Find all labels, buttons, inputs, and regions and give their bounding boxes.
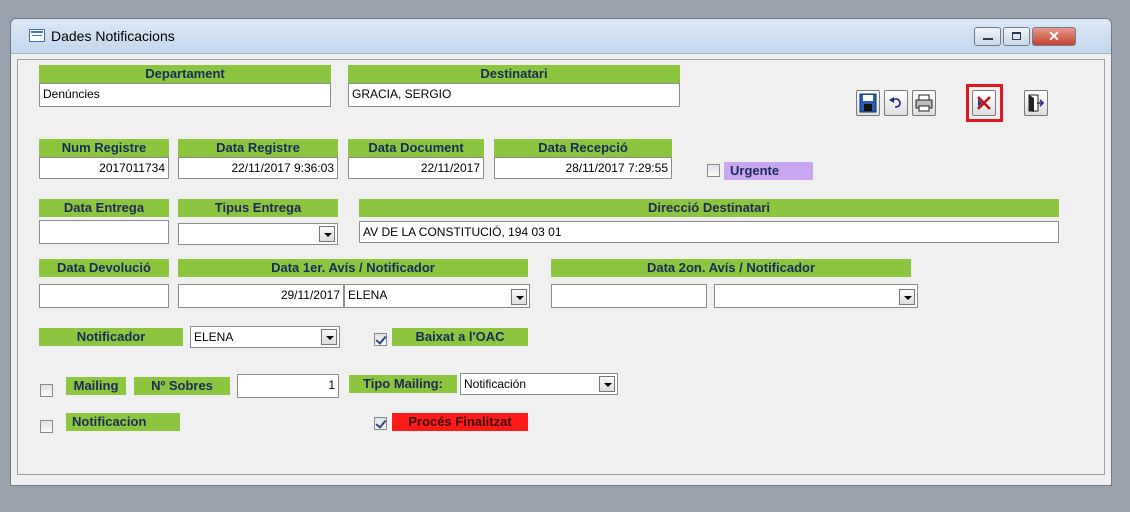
- proces-finalitzat-checkbox[interactable]: [374, 417, 387, 430]
- num-registre-field[interactable]: 2017011734: [39, 157, 169, 179]
- aviso2-date-field[interactable]: [551, 284, 707, 308]
- baixat-oac-label: Baixat a l'OAC: [392, 328, 528, 346]
- notificacion-label: Notificacion: [66, 413, 180, 431]
- tipo-mailing-value: Notificación: [464, 377, 527, 391]
- print-button[interactable]: [912, 90, 936, 116]
- title-bar[interactable]: Dades Notificacions ✕: [11, 19, 1111, 54]
- destinatari-field[interactable]: GRACIA, SERGIO: [348, 83, 680, 107]
- undo-button[interactable]: [884, 90, 908, 116]
- departament-field[interactable]: Denúncies: [39, 83, 331, 107]
- destinatari-label: Destinatari: [348, 65, 680, 83]
- chevron-down-icon[interactable]: [899, 289, 915, 305]
- data-recepcio-field[interactable]: 28/11/2017 7:29:55: [494, 157, 672, 179]
- exit-icon: [1028, 94, 1045, 112]
- notificador-label: Notificador: [39, 328, 183, 346]
- data-registre-label: Data Registre: [178, 139, 338, 157]
- data-entrega-label: Data Entrega: [39, 199, 169, 217]
- aviso1-date-field[interactable]: 29/11/2017: [178, 284, 344, 308]
- tipo-mailing-label: Tipo Mailing:: [349, 375, 457, 393]
- aviso2-label: Data 2on. Avís / Notificador: [551, 259, 911, 277]
- maximize-icon: [1012, 32, 1021, 40]
- close-button[interactable]: ✕: [1032, 27, 1076, 46]
- proces-finalitzat-label: Procés Finalitzat: [392, 413, 528, 431]
- chevron-down-icon[interactable]: [599, 376, 615, 392]
- notificador-select[interactable]: ELENA: [190, 326, 340, 348]
- chevron-down-icon[interactable]: [511, 289, 527, 305]
- cancel-icon: [977, 96, 991, 110]
- chevron-down-icon[interactable]: [319, 226, 335, 242]
- data-registre-field[interactable]: 22/11/2017 9:36:03: [178, 157, 338, 179]
- data-devolucio-label: Data Devolució: [39, 259, 169, 277]
- tipus-entrega-label: Tipus Entrega: [178, 199, 338, 217]
- tipo-mailing-select[interactable]: Notificación: [460, 373, 618, 395]
- aviso1-notificador-select[interactable]: ELENA: [344, 284, 530, 308]
- urgente-label: Urgente: [724, 162, 813, 180]
- mailing-checkbox[interactable]: [40, 384, 53, 397]
- direccio-field[interactable]: AV DE LA CONSTITUCIÓ, 194 03 01: [359, 221, 1059, 243]
- window-title: Dades Notificacions: [51, 28, 175, 44]
- exit-button[interactable]: [1024, 90, 1048, 116]
- form-icon: [29, 29, 45, 42]
- maximize-button[interactable]: [1003, 27, 1030, 46]
- aviso1-label: Data 1er. Avís / Notificador: [178, 259, 528, 277]
- undo-icon: [889, 97, 901, 108]
- departament-label: Departament: [39, 65, 331, 83]
- baixat-oac-checkbox[interactable]: [374, 333, 387, 346]
- n-sobres-label: Nº Sobres: [134, 377, 230, 395]
- tipus-entrega-select[interactable]: [178, 223, 338, 245]
- minimize-button[interactable]: [974, 27, 1001, 46]
- notifications-window: Dades Notificacions ✕ Departament Denúnc…: [10, 18, 1112, 486]
- urgente-checkbox[interactable]: [707, 164, 720, 177]
- print-icon: [915, 94, 933, 112]
- direccio-label: Direcció Destinatari: [359, 199, 1059, 217]
- save-button[interactable]: [856, 90, 880, 116]
- cancel-button[interactable]: [972, 90, 996, 116]
- form-panel: Departament Denúncies Destinatari GRACIA…: [17, 59, 1105, 475]
- aviso2-notificador-select[interactable]: [714, 284, 918, 308]
- chevron-down-icon[interactable]: [321, 329, 337, 345]
- data-entrega-field[interactable]: [39, 220, 169, 244]
- data-recepcio-label: Data Recepció: [494, 139, 672, 157]
- minimize-icon: [983, 38, 993, 40]
- data-document-field[interactable]: 22/11/2017: [348, 157, 484, 179]
- mailing-label: Mailing: [66, 377, 126, 395]
- data-document-label: Data Document: [348, 139, 484, 157]
- save-icon: [859, 93, 877, 113]
- num-registre-label: Num Registre: [39, 139, 169, 157]
- data-devolucio-field[interactable]: [39, 284, 169, 308]
- close-icon: ✕: [1048, 28, 1060, 44]
- n-sobres-field[interactable]: 1: [237, 374, 339, 398]
- notificacion-checkbox[interactable]: [40, 420, 53, 433]
- notificador-value: ELENA: [194, 330, 234, 344]
- aviso1-notificador-value: ELENA: [348, 288, 388, 302]
